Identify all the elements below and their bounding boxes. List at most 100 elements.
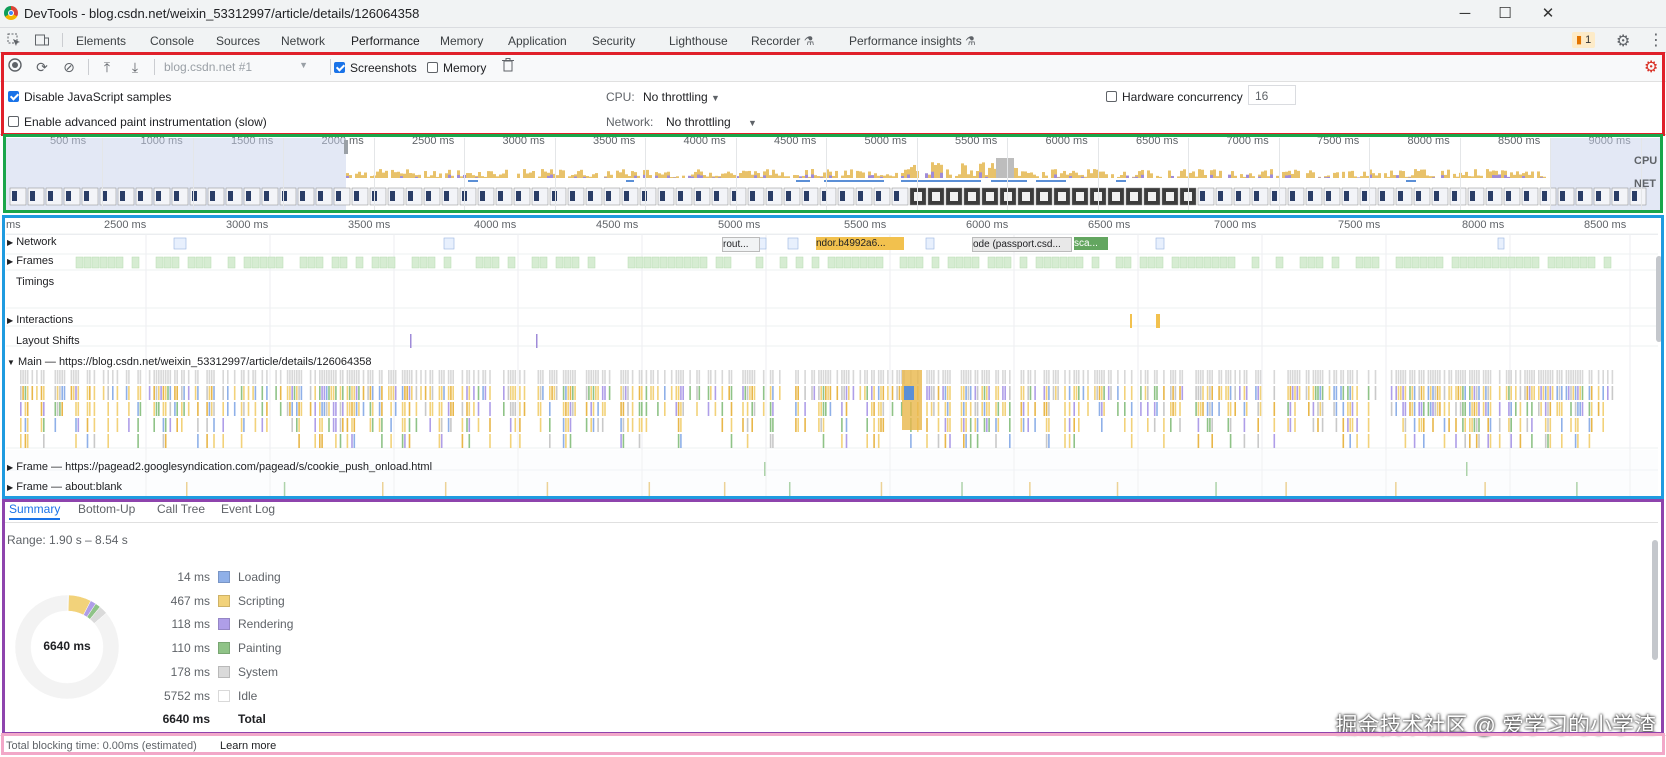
details-scrollbar[interactable] xyxy=(1652,540,1658,660)
overview-tick-label: 5500 ms xyxy=(955,135,997,147)
download-icon[interactable]: ⤓ xyxy=(126,58,144,76)
track-frames[interactable]: ▶ Frames xyxy=(16,255,54,267)
screenshot-thumbnail-detail xyxy=(1236,191,1241,201)
frame-bar xyxy=(716,257,723,268)
more-options-icon[interactable]: ⋮ xyxy=(1648,30,1664,50)
learn-more-link[interactable]: Learn more xyxy=(220,740,276,752)
profile-select[interactable]: blog.csdn.net #1 ▼ xyxy=(164,60,314,74)
tab-event-log[interactable]: Event Log xyxy=(221,502,275,516)
record-icon[interactable] xyxy=(6,58,24,76)
track-frame-about-blank[interactable]: ▶ Frame — about:blank xyxy=(16,481,122,493)
main-call-bar xyxy=(462,418,464,432)
cpu-activity-bar xyxy=(382,173,385,178)
device-toolbar-icon[interactable] xyxy=(34,32,50,48)
flame-chart[interactable]: ms2500 ms3000 ms3500 ms4000 ms4500 ms500… xyxy=(6,218,1658,496)
maximize-button[interactable]: ☐ xyxy=(1490,4,1520,24)
main-call-bar xyxy=(395,386,397,400)
main-call-bar xyxy=(255,386,257,400)
frame-bar xyxy=(1252,257,1259,268)
inspect-element-icon[interactable] xyxy=(6,32,22,48)
tab-console[interactable]: Console xyxy=(150,34,194,48)
main-call-bar xyxy=(1602,418,1604,432)
clear-icon[interactable]: ⊘ xyxy=(60,58,78,76)
tab-bottom-up[interactable]: Bottom-Up xyxy=(78,502,135,516)
main-call-bar xyxy=(549,402,551,416)
tab-memory[interactable]: Memory xyxy=(440,34,483,48)
main-call-bar xyxy=(892,402,894,416)
upload-icon[interactable]: ⤒ xyxy=(98,58,116,76)
tab-application[interactable]: Application xyxy=(508,34,567,48)
tab-performance[interactable]: Performance xyxy=(351,34,420,48)
cpu-throttling-select[interactable]: No throttling ▼ xyxy=(643,90,720,104)
main-call-bar xyxy=(1575,386,1577,400)
flame-chart-scrollbar[interactable] xyxy=(1656,256,1662,342)
tab-network[interactable]: Network xyxy=(281,34,325,48)
main-call-bar xyxy=(1432,418,1434,432)
main-call-bar xyxy=(678,434,680,448)
cpu-activity-bar xyxy=(1219,171,1222,178)
main-call-bar xyxy=(1538,402,1540,416)
main-call-bar xyxy=(742,386,744,400)
hardware-concurrency-checkbox[interactable]: Hardware concurrency xyxy=(1106,90,1243,104)
tab-performance-insights[interactable]: Performance insights ⚗ xyxy=(849,34,976,48)
main-task-bar xyxy=(128,370,130,384)
main-task-bar xyxy=(1069,370,1071,384)
rendering-activity-bar xyxy=(829,175,832,178)
capture-settings-gear-icon[interactable]: ⚙ xyxy=(1644,57,1658,77)
main-task-bar xyxy=(331,370,333,384)
main-call-bar xyxy=(696,386,698,400)
expand-arrow-icon: ▶ xyxy=(7,257,13,266)
network-throttling-select[interactable]: No throttling ▼ xyxy=(666,115,757,129)
main-call-bar xyxy=(1538,386,1540,400)
tab-lighthouse[interactable]: Lighthouse xyxy=(669,34,728,48)
tab-sources[interactable]: Sources xyxy=(216,34,260,48)
track-interactions[interactable]: ▶ Interactions xyxy=(16,314,73,326)
disable-js-samples-checkbox[interactable]: Disable JavaScript samples xyxy=(8,90,171,104)
main-task-bar xyxy=(1469,370,1471,384)
main-call-bar xyxy=(646,386,648,400)
minimize-button[interactable]: ─ xyxy=(1450,4,1480,24)
tab-recorder[interactable]: Recorder ⚗ xyxy=(751,34,814,48)
screenshot-thumbnail-detail xyxy=(894,191,899,201)
track-frame-googlesyndication[interactable]: ▶ Frame — https://pagead2.googlesyndicat… xyxy=(16,461,432,473)
close-button[interactable]: ✕ xyxy=(1533,4,1563,24)
main-call-bar xyxy=(448,418,450,432)
main-task-bar xyxy=(22,370,24,384)
network-request[interactable]: ndor.b4992a6... xyxy=(816,237,904,250)
hardware-concurrency-input[interactable]: 16 xyxy=(1248,85,1296,105)
overview-gridline xyxy=(1279,138,1280,210)
tab-security[interactable]: Security xyxy=(592,34,635,48)
main-call-bar xyxy=(995,418,997,432)
summary-row-label: Scripting xyxy=(238,594,285,608)
track-network[interactable]: ▶ Network xyxy=(16,236,57,248)
tab-call-tree[interactable]: Call Tree xyxy=(157,502,205,516)
track-main[interactable]: ▼ Main — https://blog.csdn.net/weixin_53… xyxy=(16,356,371,368)
timeline-overview[interactable]: 500 ms1000 ms1500 ms2000 ms2500 ms3000 m… xyxy=(6,138,1660,210)
advanced-paint-checkbox[interactable]: Enable advanced paint instrumentation (s… xyxy=(8,115,267,129)
main-call-bar xyxy=(878,434,880,448)
gear-icon[interactable]: ⚙ xyxy=(1616,31,1630,51)
network-request[interactable]: ode (passport.csd... xyxy=(972,237,1072,252)
network-request[interactable]: sca... xyxy=(1074,237,1108,250)
screenshots-checkbox[interactable]: Screenshots xyxy=(334,61,417,75)
main-call-bar xyxy=(1409,402,1411,416)
trash-icon[interactable] xyxy=(499,58,517,76)
network-request[interactable]: rout... xyxy=(722,237,760,252)
frame-bar xyxy=(1140,257,1147,268)
main-task-bar xyxy=(519,370,521,384)
tab-summary[interactable]: Summary xyxy=(9,502,60,520)
main-call-bar xyxy=(678,402,680,416)
reload-profile-icon[interactable]: ⟳ xyxy=(33,58,51,76)
cpu-activity-bar xyxy=(523,169,526,178)
rendering-activity-bar xyxy=(1357,177,1360,178)
memory-checkbox[interactable]: Memory xyxy=(427,61,486,75)
main-task-bar xyxy=(970,370,972,384)
tab-elements[interactable]: Elements xyxy=(76,34,126,48)
main-call-bar xyxy=(524,386,526,400)
main-call-bar xyxy=(540,402,542,416)
main-call-bar xyxy=(448,402,450,416)
main-call-bar xyxy=(680,418,682,432)
network-activity-bar xyxy=(1116,180,1126,182)
main-call-bar xyxy=(262,386,264,400)
issues-badge[interactable]: ▮ 1 xyxy=(1572,32,1595,48)
